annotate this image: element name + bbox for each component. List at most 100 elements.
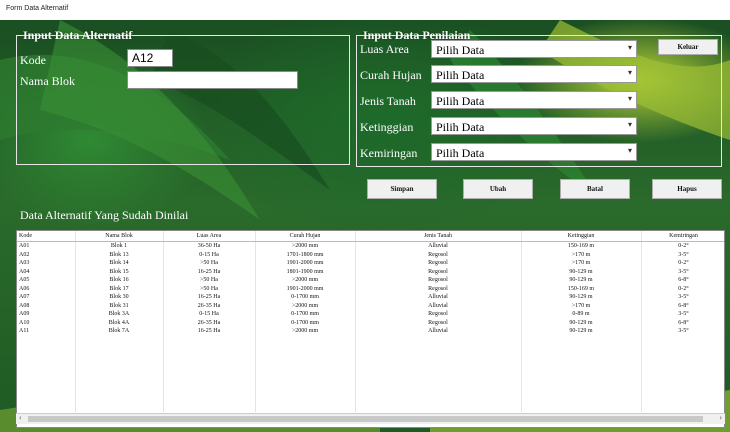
table-cell: 16-25 Ha (163, 267, 256, 276)
table-cell: 6-8° (641, 276, 724, 285)
table-cell: Regosol (355, 267, 522, 276)
empty-cell (17, 344, 76, 353)
keluar-button[interactable]: Keluar (658, 39, 718, 55)
ketinggian-select[interactable]: Pilih Data ▾ (431, 117, 637, 135)
empty-cell (521, 386, 642, 395)
chevron-down-icon: ▾ (627, 120, 632, 129)
table-cell: >170 m (521, 250, 642, 259)
table-cell: A03 (17, 259, 76, 268)
horizontal-scrollbar[interactable]: ‹ › (16, 413, 725, 424)
table-header-row: Kode Nama Blok Luas Area Curah Hujan Jen… (17, 231, 724, 242)
empty-cell (521, 344, 642, 353)
table-title: Data Alternatif Yang Sudah Dinilai (20, 208, 189, 222)
table-cell: 90-129 m (521, 293, 642, 302)
empty-cell (255, 344, 356, 353)
empty-cell (255, 395, 356, 404)
simpan-button[interactable]: Simpan (367, 179, 437, 199)
column-header[interactable]: Jenis Tanah (355, 231, 522, 242)
empty-cell (75, 369, 164, 378)
empty-cell (255, 403, 356, 412)
table-cell: >50 Ha (163, 284, 256, 293)
empty-row (17, 395, 724, 404)
nama-blok-field[interactable] (127, 71, 298, 89)
empty-cell (75, 344, 164, 353)
table-cell: 90-129 m (521, 267, 642, 276)
table-cell: A05 (17, 276, 76, 285)
table-cell: Regosol (355, 276, 522, 285)
table-cell: A08 (17, 301, 76, 310)
hapus-button[interactable]: Hapus (652, 179, 722, 199)
table-cell: Blok 16 (75, 276, 164, 285)
column-header[interactable]: Luas Area (163, 231, 256, 242)
column-header[interactable]: Ketinggian (521, 231, 642, 242)
table-cell: A02 (17, 250, 76, 259)
jenis-tanah-select[interactable]: Pilih Data ▾ (431, 91, 637, 109)
table-row[interactable]: A08 Blok 31 26-35 Ha >2000 mm Alluvial >170 m… (17, 301, 724, 310)
empty-cell (255, 378, 356, 387)
table-row[interactable]: A11 Blok 7A 16-25 Ha >2000 mm Alluvial 90-129… (17, 327, 724, 336)
table-cell: 90-129 m (521, 327, 642, 336)
column-header[interactable]: Kemiringan (641, 231, 724, 242)
scrollbar-thumb[interactable] (28, 416, 703, 422)
table-cell: 3-5° (641, 310, 724, 319)
chevron-down-icon: ▾ (627, 43, 632, 52)
empty-cell (641, 361, 724, 370)
luas-area-select[interactable]: Pilih Data ▾ (431, 40, 637, 58)
table-row[interactable]: A03 Blok 14 >50 Ha 1901-2000 mm Regosol >170 … (17, 259, 724, 268)
table-cell: 90-129 m (521, 318, 642, 327)
table-cell: A11 (17, 327, 76, 336)
arrow-left-icon[interactable]: ‹ (19, 413, 22, 422)
table-cell: >50 Ha (163, 276, 256, 285)
empty-cell (163, 403, 256, 412)
column-header[interactable]: Kode (17, 231, 76, 242)
empty-cell (521, 403, 642, 412)
table-row[interactable]: A09 Blok 3A 0-15 Ha 0-1700 mm Regosol 0-89 m3… (17, 310, 724, 319)
table-row[interactable]: A06 Blok 17 >50 Ha 1901-2000 mm Regosol 150-1… (17, 284, 724, 293)
kemiringan-select[interactable]: Pilih Data ▾ (431, 143, 637, 161)
empty-cell (17, 395, 76, 404)
table-cell: 26-35 Ha (163, 301, 256, 310)
legend-input-alternatif: Input Data Alternatif (23, 28, 133, 42)
batal-button[interactable]: Batal (560, 179, 630, 199)
table-cell: 0-1700 mm (255, 293, 356, 302)
table-row[interactable]: A02 Blok 13 0-15 Ha 1701-1800 mm Regosol >170… (17, 250, 724, 259)
table-cell: 1901-2000 mm (255, 284, 356, 293)
empty-row (17, 361, 724, 370)
empty-cell (75, 361, 164, 370)
data-grid[interactable]: Kode Nama Blok Luas Area Curah Hujan Jen… (16, 230, 725, 428)
ubah-button[interactable]: Ubah (463, 179, 533, 199)
table-cell: A07 (17, 293, 76, 302)
table-row[interactable]: A04 Blok 15 16-25 Ha 1801-1900 mm Regosol 90-… (17, 267, 724, 276)
empty-row (17, 352, 724, 361)
empty-cell (641, 378, 724, 387)
table-cell: 0-15 Ha (163, 310, 256, 319)
empty-row (17, 369, 724, 378)
empty-cell (641, 369, 724, 378)
arrow-right-icon[interactable]: › (719, 413, 722, 422)
empty-cell (17, 335, 76, 344)
empty-cell (255, 386, 356, 395)
column-header[interactable]: Nama Blok (75, 231, 164, 242)
ketinggian-value: Pilih Data (436, 120, 485, 134)
table-cell: Alluvial (355, 293, 522, 302)
empty-cell (641, 335, 724, 344)
empty-cell (355, 403, 522, 412)
column-header[interactable]: Curah Hujan (255, 231, 356, 242)
empty-cell (355, 386, 522, 395)
table-row[interactable]: A10 Blok 4A 26-35 Ha 0-1700 mm Regosol 90-129… (17, 318, 724, 327)
empty-cell (521, 378, 642, 387)
table-row[interactable]: A07 Blok 30 16-25 Ha 0-1700 mm Alluvial 90-12… (17, 293, 724, 302)
table-cell: 0-1700 mm (255, 318, 356, 327)
kode-field[interactable] (127, 49, 173, 67)
curah-hujan-select[interactable]: Pilih Data ▾ (431, 65, 637, 83)
empty-cell (163, 361, 256, 370)
table-cell: Alluvial (355, 241, 522, 251)
empty-row (17, 386, 724, 395)
table-cell: 0-15 Ha (163, 250, 256, 259)
empty-cell (641, 386, 724, 395)
empty-cell (163, 369, 256, 378)
table-cell: >2000 mm (255, 301, 356, 310)
table-row[interactable]: A01 Blok 1 36-50 Ha >2000 mm Alluvial 150-169… (17, 241, 724, 251)
table-row[interactable]: A05 Blok 16 >50 Ha >2000 mm Regosol 90-129 m6… (17, 276, 724, 285)
window-title: Form Data Alternatif (0, 0, 730, 20)
